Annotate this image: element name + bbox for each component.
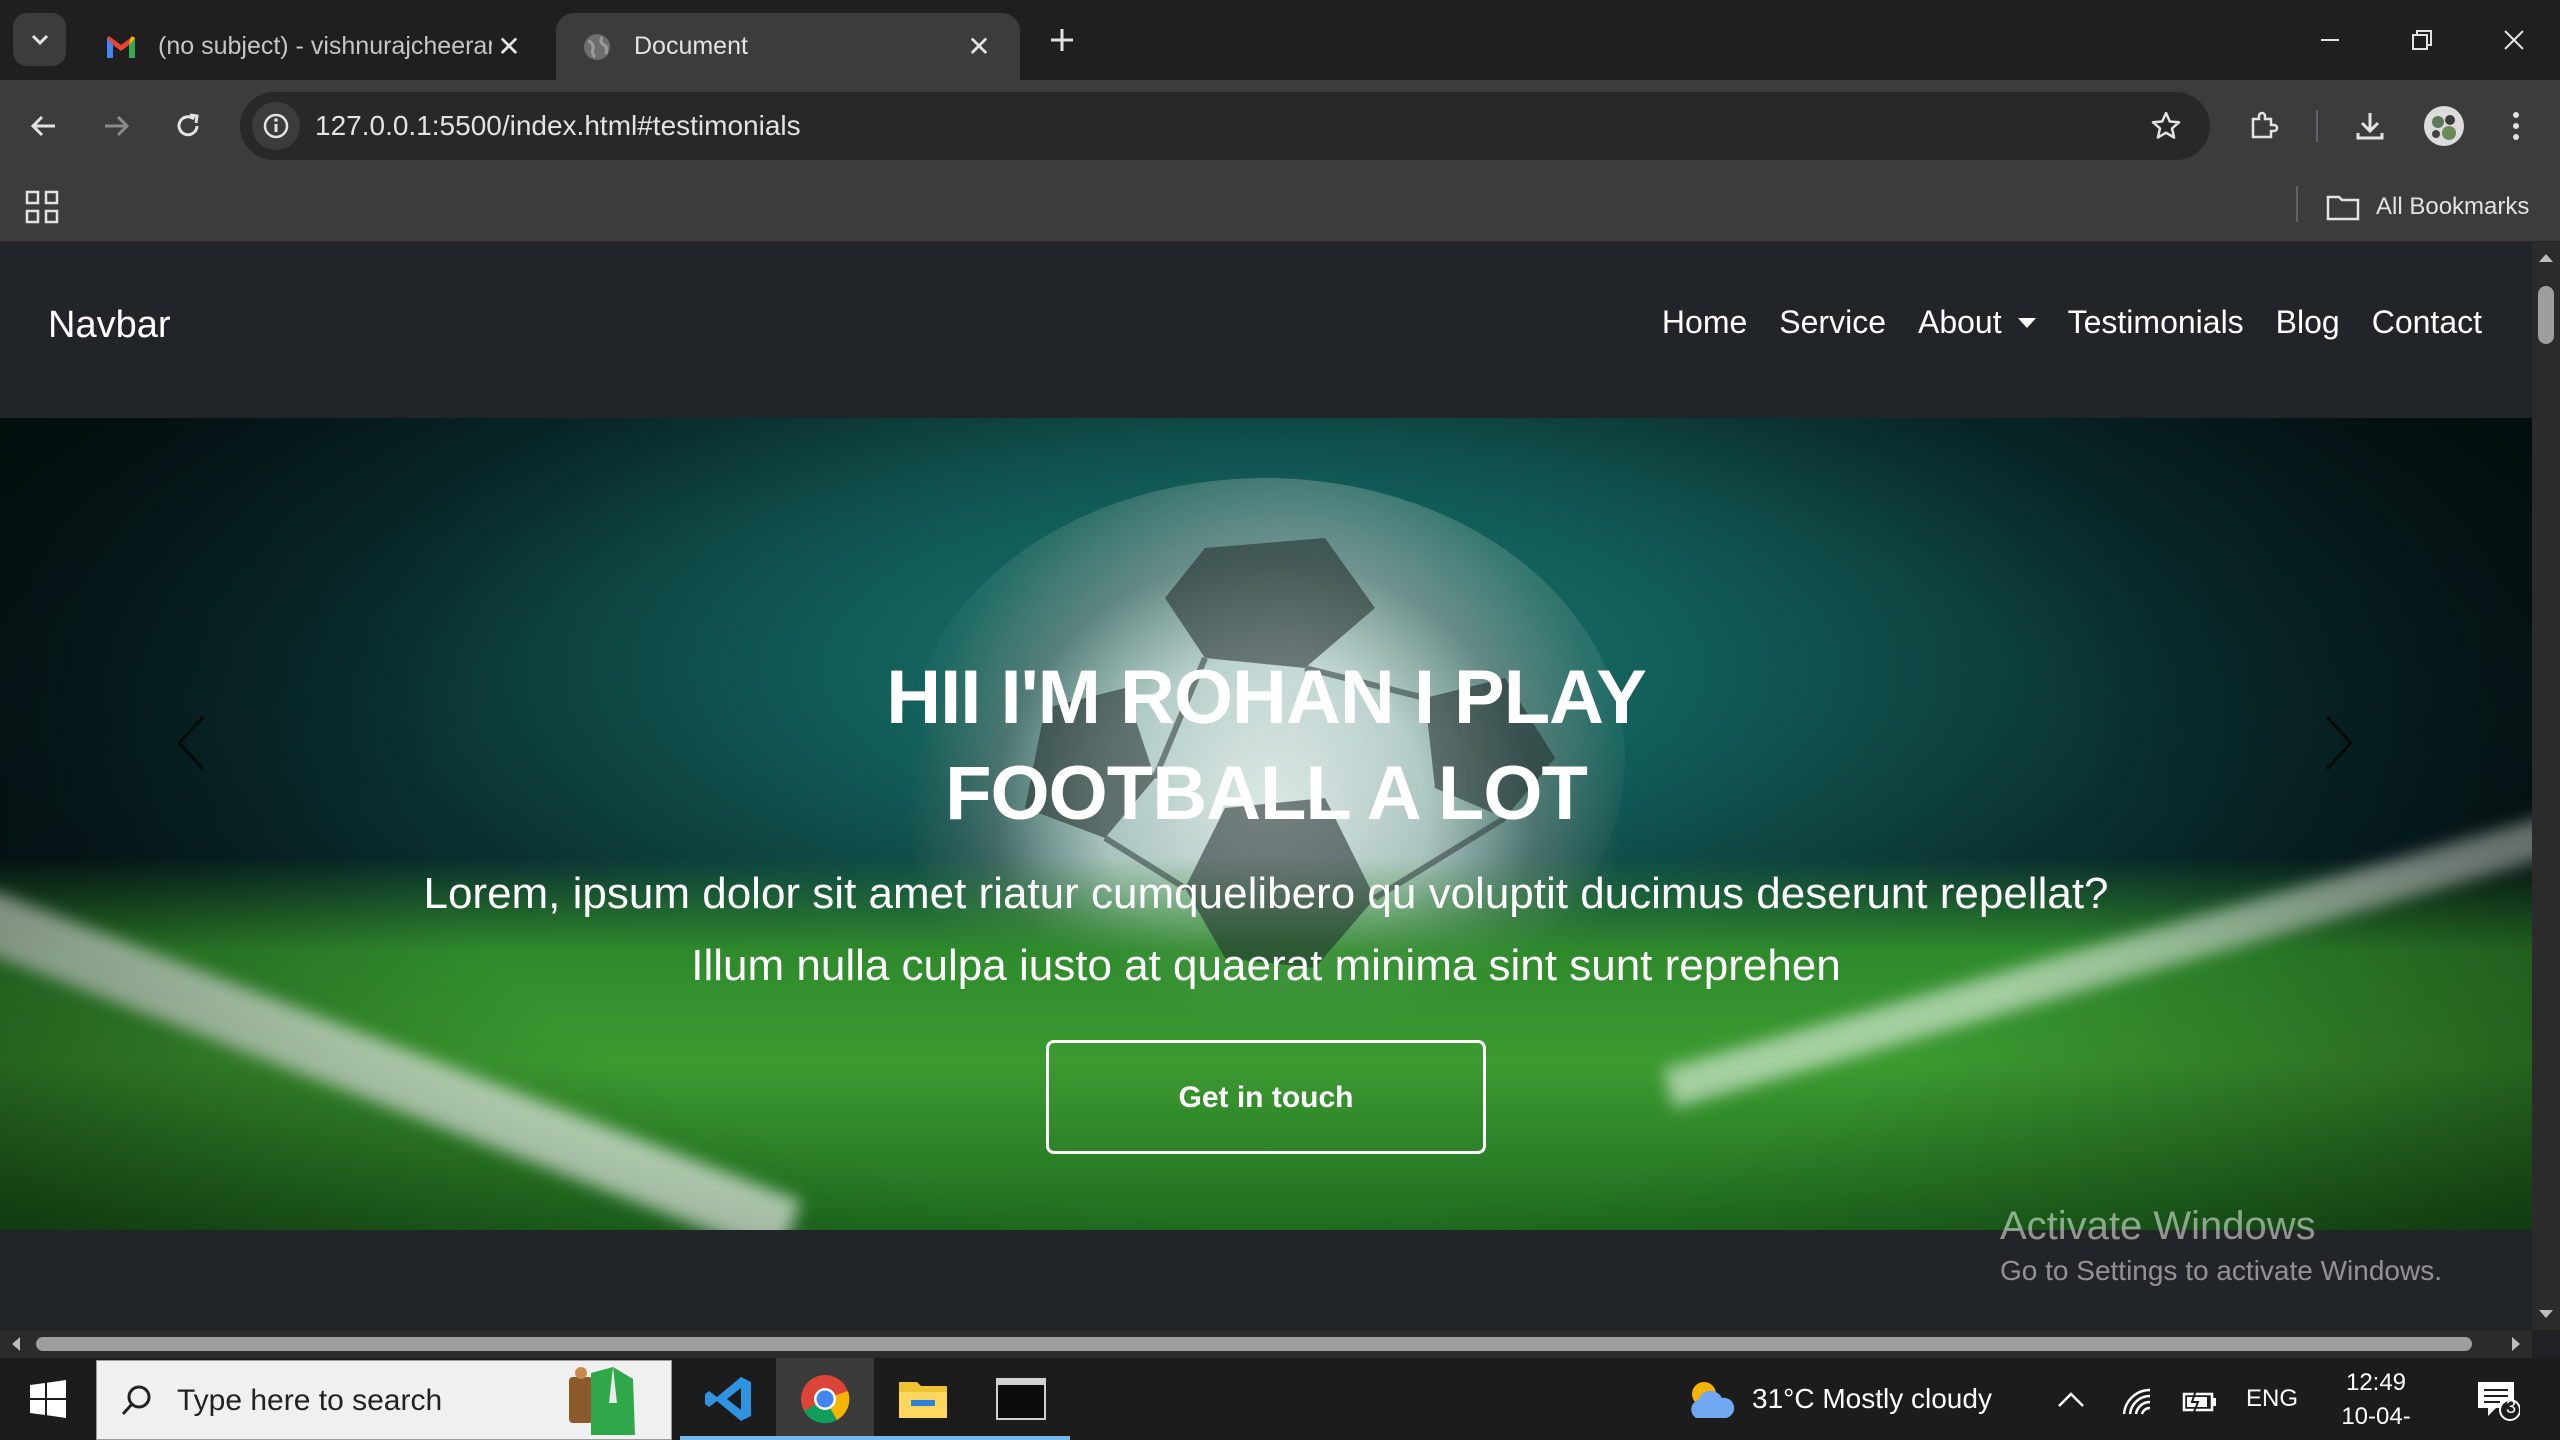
notification-count: 3	[2505, 1397, 2516, 1417]
address-url[interactable]: 127.0.0.1:5500/index.html#testimonials	[315, 92, 801, 160]
caret-down-icon	[2017, 317, 2036, 328]
address-bar[interactable]: 127.0.0.1:5500/index.html#testimonials	[240, 92, 2210, 160]
horizontal-scrollbar[interactable]	[0, 1330, 2532, 1358]
all-bookmarks-label: All Bookmarks	[2376, 193, 2530, 220]
extensions-icon[interactable]	[2238, 100, 2290, 152]
folder-icon	[2326, 195, 2360, 221]
navbar-brand[interactable]: Navbar	[48, 304, 171, 347]
file-explorer-icon	[899, 1382, 947, 1418]
close-icon	[2504, 30, 2524, 50]
hero-caption: HII I'M ROHAN I PLAY FOOTBALL A LOT Lore…	[0, 650, 2532, 1154]
tab-strip: (no subject) - vishnurajcheeranl ✕ Docum…	[0, 0, 2560, 80]
notification-center-button[interactable]: 3	[2476, 1378, 2521, 1422]
close-tab-icon[interactable]: ✕	[492, 30, 526, 64]
forward-button[interactable]	[90, 100, 142, 152]
weather-text[interactable]: 31°C Mostly cloudy	[1752, 1358, 1992, 1440]
all-bookmarks-button[interactable]: All Bookmarks	[2326, 172, 2529, 242]
taskbar-file-explorer[interactable]	[874, 1358, 972, 1440]
gmail-icon	[104, 30, 138, 64]
browser-toolbar: 127.0.0.1:5500/index.html#testimonials	[0, 80, 2560, 172]
bookmarks-bar: All Bookmarks	[0, 172, 2560, 242]
get-in-touch-button[interactable]: Get in touch	[1046, 1040, 1486, 1154]
activate-windows-subtitle: Go to Settings to activate Windows.	[2000, 1255, 2442, 1286]
running-indicator	[776, 1436, 874, 1440]
wifi-icon[interactable]	[2120, 1386, 2154, 1416]
scroll-right-icon[interactable]	[2506, 1330, 2526, 1358]
globe-icon	[580, 30, 614, 64]
nav-link-contact[interactable]: Contact	[2372, 304, 2482, 341]
weather-cloudy-icon[interactable]	[1682, 1374, 1738, 1424]
tab-gmail[interactable]: (no subject) - vishnurajcheeranl ✕	[80, 13, 550, 80]
activate-windows-title: Activate Windows	[2000, 1204, 2316, 1248]
nav-link-about[interactable]: About	[1918, 304, 2036, 341]
terminal-icon	[996, 1378, 1046, 1420]
tab-title: Document	[634, 32, 748, 60]
scroll-left-icon[interactable]	[6, 1330, 26, 1358]
nav-link-blog[interactable]: Blog	[2276, 304, 2340, 341]
site-navbar: Navbar Home Service About Testimonials B…	[0, 242, 2532, 418]
hero-text: Lorem, ipsum dolor sit amet riatur cumqu…	[423, 869, 2109, 990]
bookmark-star-icon[interactable]	[2146, 106, 2186, 146]
vscode-icon	[705, 1377, 751, 1421]
profile-avatar[interactable]	[2418, 100, 2470, 152]
hero-carousel: HII I'M ROHAN I PLAY FOOTBALL A LOT Lore…	[0, 418, 2532, 1230]
close-window-button[interactable]	[2468, 0, 2560, 80]
tab-title: (no subject) - vishnurajcheeranl	[158, 32, 492, 60]
vertical-scroll-thumb[interactable]	[2538, 286, 2554, 344]
horizontal-scroll-thumb[interactable]	[36, 1337, 2472, 1351]
site-info-icon[interactable]	[252, 102, 300, 150]
nav-link-testimonials[interactable]: Testimonials	[2068, 304, 2244, 341]
activate-windows-watermark: Activate Windows Go to Settings to activ…	[2000, 1204, 2442, 1287]
scroll-down-icon[interactable]	[2532, 1304, 2560, 1324]
nav-link-home[interactable]: Home	[1662, 304, 1747, 341]
minimize-icon	[2321, 39, 2339, 41]
menu-kebab-icon[interactable]	[2490, 100, 2542, 152]
bookmarks-divider	[2296, 186, 2298, 222]
chevron-up-icon[interactable]	[2056, 1390, 2086, 1410]
back-button[interactable]	[18, 100, 70, 152]
toolbar-divider	[2316, 110, 2318, 142]
plus-icon	[1051, 29, 1073, 51]
nav-links: Home Service About Testimonials Blog Con…	[1630, 304, 2482, 341]
clock-date: 10-04-2025	[2341, 1403, 2411, 1440]
close-tab-icon[interactable]: ✕	[962, 30, 996, 64]
chevron-down-icon	[31, 34, 48, 45]
search-icon	[121, 1385, 151, 1416]
windows-logo-icon	[30, 1380, 66, 1418]
nav-link-service[interactable]: Service	[1779, 304, 1886, 341]
minimize-button[interactable]	[2284, 0, 2376, 80]
nav-link-about-label: About	[1917, 304, 2002, 340]
tab-search-button[interactable]	[13, 13, 66, 66]
battery-icon[interactable]	[2182, 1388, 2218, 1414]
running-indicator	[972, 1436, 1070, 1440]
scroll-up-icon[interactable]	[2532, 248, 2560, 268]
vertical-scrollbar[interactable]	[2532, 242, 2560, 1330]
taskbar-vscode[interactable]	[680, 1358, 778, 1440]
clock-time: 12:49	[2345, 1369, 2407, 1396]
restore-icon	[2412, 30, 2432, 50]
hero-title: HII I'M ROHAN I PLAY FOOTBALL A LOT	[886, 655, 1647, 836]
search-highlight-icon	[569, 1367, 635, 1435]
taskbar-terminal[interactable]	[972, 1358, 1070, 1440]
start-button[interactable]	[20, 1376, 76, 1422]
page-viewport: Navbar Home Service About Testimonials B…	[0, 242, 2532, 1330]
taskbar-chrome[interactable]	[776, 1358, 874, 1440]
tab-document[interactable]: Document ✕	[556, 13, 1020, 80]
new-tab-button[interactable]	[1040, 18, 1084, 62]
apps-grid-icon[interactable]	[22, 187, 62, 227]
reload-icon	[177, 113, 199, 137]
back-arrow-icon	[30, 115, 55, 137]
reload-button[interactable]	[162, 100, 214, 152]
forward-arrow-icon	[105, 115, 130, 137]
chrome-icon	[801, 1375, 850, 1424]
taskbar-search-box[interactable]: Type here to search	[96, 1360, 672, 1440]
taskbar-search-placeholder: Type here to search	[177, 1384, 443, 1417]
running-indicator	[680, 1436, 778, 1440]
download-icon[interactable]	[2344, 100, 2396, 152]
language-indicator[interactable]: ENG	[2246, 1358, 2298, 1440]
windows-taskbar: Type here to search 31°C Mostly cloudy E…	[0, 1358, 2560, 1440]
system-clock[interactable]: 12:49 10-04-2025	[2316, 1366, 2436, 1440]
restore-button[interactable]	[2376, 0, 2468, 80]
running-indicator	[874, 1436, 972, 1440]
